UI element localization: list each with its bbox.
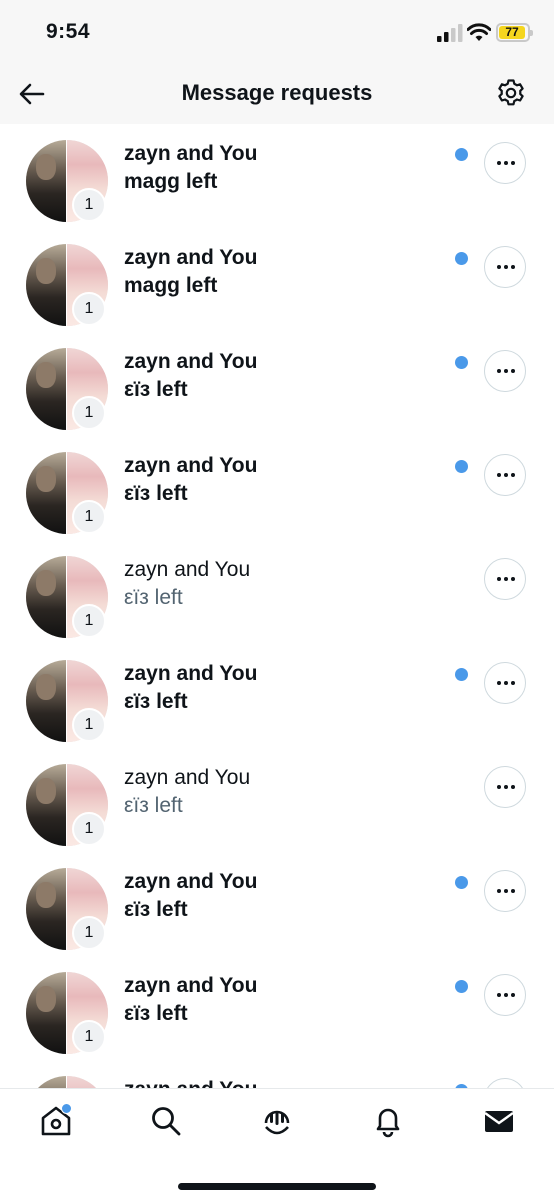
participant-count-badge: 1 <box>72 604 106 638</box>
conversation-preview: εïз left <box>124 898 188 921</box>
participant-count-badge: 1 <box>72 708 106 742</box>
conversation-name: zayn and You <box>124 870 258 893</box>
avatar-photo <box>26 660 67 742</box>
conversation-preview: magg left <box>124 170 218 193</box>
conversation-row[interactable]: zayn and You <box>0 1060 554 1088</box>
search-icon[interactable] <box>148 1103 184 1139</box>
conversation-name: zayn and You <box>124 246 258 269</box>
avatar-photo <box>26 1076 67 1088</box>
participant-count-badge: 1 <box>72 292 106 326</box>
conversation-row[interactable]: 1 zayn and You εïз left <box>0 852 554 956</box>
conversation-preview: εïз left <box>124 482 188 505</box>
participant-count-badge: 1 <box>72 1020 106 1054</box>
avatar-photo <box>26 972 67 1054</box>
conversation-row[interactable]: 1 zayn and You magg left <box>0 228 554 332</box>
cellular-signal-icon <box>437 24 463 42</box>
settings-gear-icon[interactable] <box>496 78 526 108</box>
conversation-row[interactable]: 1 zayn and You magg left <box>0 124 554 228</box>
battery-level: 77 <box>505 25 519 39</box>
wifi-icon <box>467 23 491 41</box>
status-bar: 9:54 77 <box>0 0 554 66</box>
participant-count-badge: 1 <box>72 188 106 222</box>
home-notification-dot <box>61 1103 72 1114</box>
more-options-button[interactable] <box>484 974 526 1016</box>
conversation-row[interactable]: 1 zayn and You εïз left <box>0 644 554 748</box>
participant-count-badge: 1 <box>72 500 106 534</box>
conversation-name: zayn and You <box>124 558 251 581</box>
unread-dot <box>455 460 468 473</box>
participant-count-badge: 1 <box>72 812 106 846</box>
more-options-button[interactable] <box>484 766 526 808</box>
avatar-photo <box>26 764 67 846</box>
message-requests-list: 1 zayn and You magg left 1 zayn and You … <box>0 124 554 1088</box>
avatar-photo <box>26 452 67 534</box>
conversation-row[interactable]: 1 zayn and You εïз left <box>0 748 554 852</box>
participant-count-badge: 1 <box>72 916 106 950</box>
conversation-name: zayn and You <box>124 974 258 997</box>
more-options-button[interactable] <box>484 142 526 184</box>
avatar-photo <box>26 348 67 430</box>
battery-icon: 77 <box>496 23 533 42</box>
more-options-button[interactable] <box>484 1078 526 1088</box>
spaces-icon[interactable] <box>259 1103 295 1139</box>
conversation-preview: εïз left <box>124 378 188 401</box>
unread-dot <box>455 252 468 265</box>
conversation-row[interactable]: 1 zayn and You εïз left <box>0 332 554 436</box>
messages-mail-icon[interactable] <box>481 1103 517 1139</box>
conversation-row[interactable]: 1 zayn and You εïз left <box>0 436 554 540</box>
avatar-photo <box>26 244 67 326</box>
conversation-preview: εïз left <box>124 1002 188 1025</box>
conversation-preview: magg left <box>124 274 218 297</box>
page-title: Message requests <box>181 80 373 105</box>
unread-dot <box>455 148 468 161</box>
conversation-name: zayn and You <box>124 142 258 165</box>
unread-dot <box>455 980 468 993</box>
conversation-name: zayn and You <box>124 662 258 685</box>
conversation-preview: εïз left <box>124 586 183 609</box>
avatar-photo <box>26 556 67 638</box>
top-bar: Message requests <box>0 66 554 124</box>
conversation-name: zayn and You <box>124 350 258 373</box>
conversation-row[interactable]: 1 zayn and You εïз left <box>0 956 554 1060</box>
more-options-button[interactable] <box>484 246 526 288</box>
more-options-button[interactable] <box>484 870 526 912</box>
conversation-name: zayn and You <box>124 454 258 477</box>
avatar-photo <box>26 140 67 222</box>
group-avatar <box>26 1076 108 1088</box>
conversation-row[interactable]: 1 zayn and You εïз left <box>0 540 554 644</box>
notifications-bell-icon[interactable] <box>370 1103 406 1139</box>
more-options-button[interactable] <box>484 558 526 600</box>
more-options-button[interactable] <box>484 662 526 704</box>
status-time: 9:54 <box>46 20 91 43</box>
conversation-name: zayn and You <box>124 1078 257 1088</box>
unread-dot <box>455 668 468 681</box>
participant-count-badge: 1 <box>72 396 106 430</box>
more-options-button[interactable] <box>484 454 526 496</box>
unread-dot <box>455 356 468 369</box>
conversation-preview: εïз left <box>124 690 188 713</box>
avatar-photo <box>26 868 67 950</box>
conversation-preview: εïз left <box>124 794 183 817</box>
unread-dot <box>455 876 468 889</box>
conversation-name: zayn and You <box>124 766 251 789</box>
more-options-button[interactable] <box>484 350 526 392</box>
avatar-photo <box>67 1076 108 1088</box>
home-indicator <box>178 1183 376 1190</box>
